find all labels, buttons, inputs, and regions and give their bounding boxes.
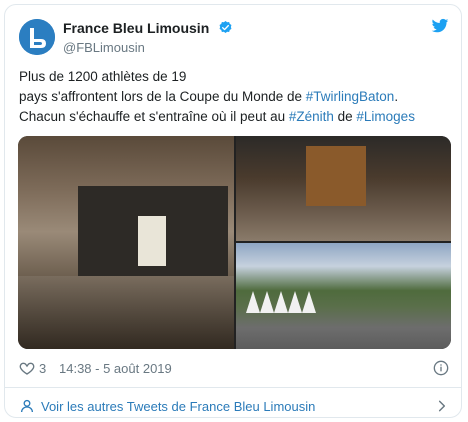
like-count[interactable]: 3	[39, 361, 46, 376]
photo-detail	[138, 216, 166, 266]
tweet-text-segment: .	[394, 89, 399, 104]
media-grid	[18, 136, 451, 349]
tweet-text: Plus de 1200 athlètes de 19 pays s'affro…	[19, 67, 449, 127]
chevron-right-icon[interactable]	[435, 399, 449, 413]
hashtag-zenith[interactable]: #Zénith	[289, 109, 334, 124]
photo-detail	[306, 146, 366, 206]
tweet-line-2: pays s'affrontent lors de la Coupe du Mo…	[19, 87, 449, 107]
divider	[5, 387, 461, 388]
hashtag-twirlingbaton[interactable]: #TwirlingBaton	[306, 89, 395, 104]
media-photo-3[interactable]	[236, 243, 451, 349]
timestamp[interactable]: 14:38 - 5 août 2019	[59, 361, 172, 376]
more-tweets-label[interactable]: Voir les autres Tweets de France Bleu Li…	[41, 399, 315, 414]
tweet-text-segment: Chacun s'échauffe et s'entraîne où il pe…	[19, 109, 289, 124]
france-bleu-logo-icon	[19, 19, 55, 55]
account-names: France Bleu Limousin @FBLimousin	[63, 19, 233, 55]
avatar[interactable]	[19, 19, 55, 55]
media-photo-1[interactable]	[18, 136, 234, 349]
verified-badge-icon	[219, 21, 232, 34]
photo-detail	[18, 276, 234, 349]
hashtag-limoges[interactable]: #Limoges	[356, 109, 415, 124]
media-photo-2[interactable]	[236, 136, 451, 241]
twitter-bird-icon[interactable]	[431, 17, 449, 35]
tweet-text-segment: de	[333, 109, 357, 124]
display-name[interactable]: France Bleu Limousin	[63, 20, 209, 36]
tweet-card: France Bleu Limousin @FBLimousin Plus de…	[4, 4, 462, 418]
heart-icon[interactable]	[19, 360, 35, 376]
tweet-line-3: Chacun s'échauffe et s'entraîne où il pe…	[19, 107, 449, 127]
tweet-header: France Bleu Limousin @FBLimousin	[19, 17, 449, 57]
person-icon	[21, 399, 33, 413]
tweet-text-segment: pays s'affrontent lors de la Coupe du Mo…	[19, 89, 306, 104]
tweet-line-1: Plus de 1200 athlètes de 19	[19, 69, 187, 84]
photo-detail	[246, 291, 316, 313]
info-icon[interactable]	[433, 360, 449, 376]
more-tweets-link[interactable]: Voir les autres Tweets de France Bleu Li…	[19, 397, 449, 417]
handle[interactable]: @FBLimousin	[63, 40, 233, 55]
tweet-footer: 3 14:38 - 5 août 2019	[19, 358, 449, 380]
